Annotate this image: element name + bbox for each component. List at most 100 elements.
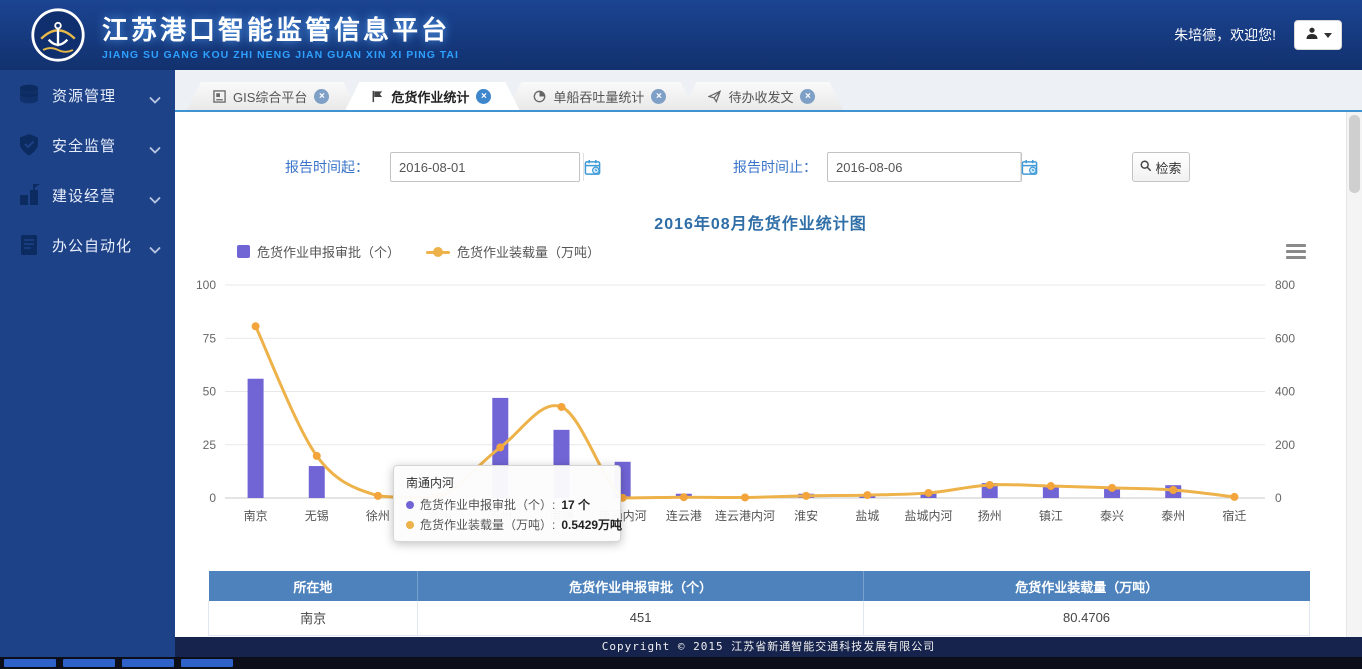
send-icon — [708, 90, 721, 103]
svg-text:泰州: 泰州 — [1161, 509, 1185, 523]
tab-close-icon[interactable]: × — [651, 89, 666, 104]
svg-text:连云港: 连云港 — [666, 508, 702, 523]
taskbar-item[interactable] — [63, 659, 115, 667]
svg-text:镇江: 镇江 — [1039, 509, 1063, 523]
search-button[interactable]: 检索 — [1132, 152, 1190, 182]
filter-bar: 报告时间起： 报告时间止： — [175, 112, 1346, 182]
tab-label: 单船吞吐量统计 — [553, 87, 644, 106]
copyright-footer: Copyright © 2015 江苏省新通智能交通科技发展有限公司 — [175, 637, 1362, 657]
statistics-table: 所在地危货作业申报审批（个）危货作业装载量（万吨） 南京45180.4706 — [208, 571, 1310, 636]
tab-close-icon[interactable]: × — [800, 89, 815, 104]
page-title: 江苏港口智能监管信息平台 — [102, 10, 459, 47]
svg-text:50: 50 — [203, 385, 217, 399]
tooltip-row: 危货作业申报审批（个）: 17 个 — [406, 496, 608, 513]
bottom-taskbar — [0, 657, 1362, 669]
scrollbar[interactable] — [1346, 112, 1362, 637]
chart-title: 2016年08月危货作业统计图 — [175, 182, 1346, 234]
legend-bar-swatch — [237, 245, 250, 258]
sidebar-item-label: 办公自动化 — [52, 235, 149, 256]
calendar-icon[interactable] — [583, 153, 601, 181]
chevron-down-icon — [149, 191, 161, 199]
svg-text:0: 0 — [209, 491, 216, 505]
tab-label: GIS综合平台 — [233, 87, 307, 106]
sidebar-item-4[interactable]: 办公自动化 — [0, 220, 175, 270]
chevron-down-icon — [1324, 33, 1332, 38]
pie-icon — [533, 90, 546, 103]
svg-text:200: 200 — [1275, 438, 1295, 452]
end-date-label: 报告时间止： — [733, 157, 817, 177]
svg-text:400: 400 — [1275, 385, 1295, 399]
map-icon — [213, 90, 226, 103]
resource-icon — [16, 82, 42, 108]
chevron-down-icon — [149, 241, 161, 249]
chart-legend: 危货作业申报审批（个） 危货作业装载量（万吨） — [237, 242, 1346, 261]
table-header-cell: 危货作业装载量（万吨） — [864, 571, 1310, 601]
svg-text:扬州: 扬州 — [978, 508, 1002, 523]
svg-text:淮安: 淮安 — [794, 508, 818, 523]
legend-line-swatch — [426, 247, 450, 257]
tab-4[interactable]: 待办收发文 × — [682, 82, 843, 110]
construction-icon — [16, 182, 42, 208]
end-date-input[interactable] — [828, 153, 1020, 181]
start-date-field — [390, 152, 580, 182]
sidebar-item-3[interactable]: 建设经营 — [0, 170, 175, 220]
user-icon — [1305, 26, 1319, 45]
chart-area: 00252005040075600100800南京无锡徐州常州苏州南通南通内河连… — [175, 269, 1346, 531]
taskbar-item[interactable] — [181, 659, 233, 667]
svg-text:宿迁: 宿迁 — [1222, 508, 1246, 523]
svg-text:800: 800 — [1275, 278, 1295, 292]
svg-text:徐州: 徐州 — [366, 508, 390, 523]
tab-3[interactable]: 单船吞吐量统计 × — [507, 82, 694, 110]
taskbar-item[interactable] — [122, 659, 174, 667]
chevron-down-icon — [149, 91, 161, 99]
tab-1[interactable]: GIS综合平台 × — [187, 82, 357, 110]
svg-text:盐城内河: 盐城内河 — [905, 509, 953, 523]
start-date-input[interactable] — [391, 153, 583, 181]
svg-text:600: 600 — [1275, 331, 1295, 345]
flag-icon — [371, 90, 384, 103]
svg-text:75: 75 — [203, 331, 217, 345]
calendar-icon[interactable] — [1020, 153, 1038, 181]
taskbar-item[interactable] — [4, 659, 56, 667]
scrollbar-thumb[interactable] — [1349, 115, 1360, 193]
search-button-label: 检索 — [1155, 158, 1181, 177]
shield-icon — [16, 132, 42, 158]
table-row: 南京45180.4706 — [209, 601, 1310, 635]
start-date-label: 报告时间起： — [285, 157, 369, 177]
table-header-cell: 危货作业申报审批（个） — [418, 571, 864, 601]
tooltip-row: 危货作业装载量（万吨）: 0.5429万吨 — [406, 516, 608, 533]
sidebar-item-label: 建设经营 — [52, 185, 149, 206]
tab-close-icon[interactable]: × — [476, 89, 491, 104]
tab-close-icon[interactable]: × — [314, 89, 329, 104]
chevron-down-icon — [149, 141, 161, 149]
main-area: GIS综合平台 × 危货作业统计 × 单船吞吐量统计 × 待办收发文 × 报告时间起： 报告时… — [175, 70, 1362, 657]
content-panel: 报告时间起： 报告时间止： — [175, 112, 1346, 637]
sidebar-item-label: 资源管理 — [52, 85, 149, 106]
legend-label: 危货作业申报审批（个） — [257, 242, 400, 261]
user-menu-button[interactable] — [1294, 20, 1342, 50]
tab-label: 危货作业统计 — [391, 87, 469, 106]
app-root: 江苏港口智能监管信息平台 JIANG SU GANG KOU ZHI NENG … — [0, 0, 1362, 669]
end-date-field — [827, 152, 1022, 182]
table-cell: 80.4706 — [864, 601, 1310, 635]
sidebar-item-1[interactable]: 资源管理 — [0, 70, 175, 120]
svg-text:0: 0 — [1275, 491, 1282, 505]
svg-text:连云港内河: 连云港内河 — [715, 508, 775, 523]
sidebar-item-label: 安全监管 — [52, 135, 149, 156]
chart-canvas[interactable]: 00252005040075600100800南京无锡徐州常州苏州南通南通内河连… — [175, 269, 1346, 531]
header-titles: 江苏港口智能监管信息平台 JIANG SU GANG KOU ZHI NENG … — [102, 10, 459, 61]
svg-text:100: 100 — [196, 278, 216, 292]
tooltip-title: 南通内河 — [406, 474, 608, 491]
tab-label: 待办收发文 — [728, 87, 793, 106]
legend-item[interactable]: 危货作业申报审批（个） — [237, 242, 400, 261]
office-icon — [16, 232, 42, 258]
sidebar-item-2[interactable]: 安全监管 — [0, 120, 175, 170]
legend-item[interactable]: 危货作业装载量（万吨） — [426, 242, 600, 261]
tab-2[interactable]: 危货作业统计 × — [345, 82, 519, 110]
table-cell: 451 — [418, 601, 864, 635]
chart-menu-icon[interactable] — [1286, 244, 1306, 262]
svg-text:盐城: 盐城 — [855, 509, 879, 523]
svg-text:无锡: 无锡 — [305, 508, 329, 523]
search-icon — [1140, 160, 1152, 175]
sidebar: 资源管理安全监管建设经营办公自动化 — [0, 70, 175, 657]
